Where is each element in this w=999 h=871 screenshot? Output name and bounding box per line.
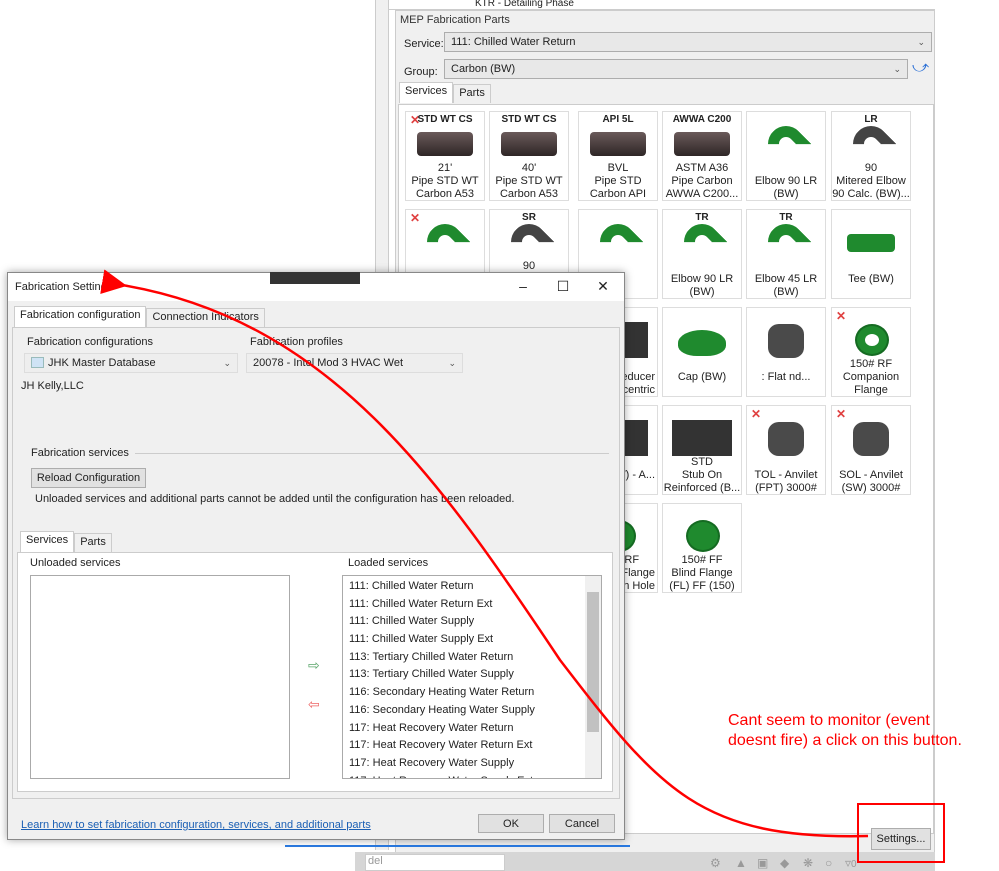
arrow-path: [100, 269, 869, 838]
annotation-arrow: [100, 269, 869, 838]
